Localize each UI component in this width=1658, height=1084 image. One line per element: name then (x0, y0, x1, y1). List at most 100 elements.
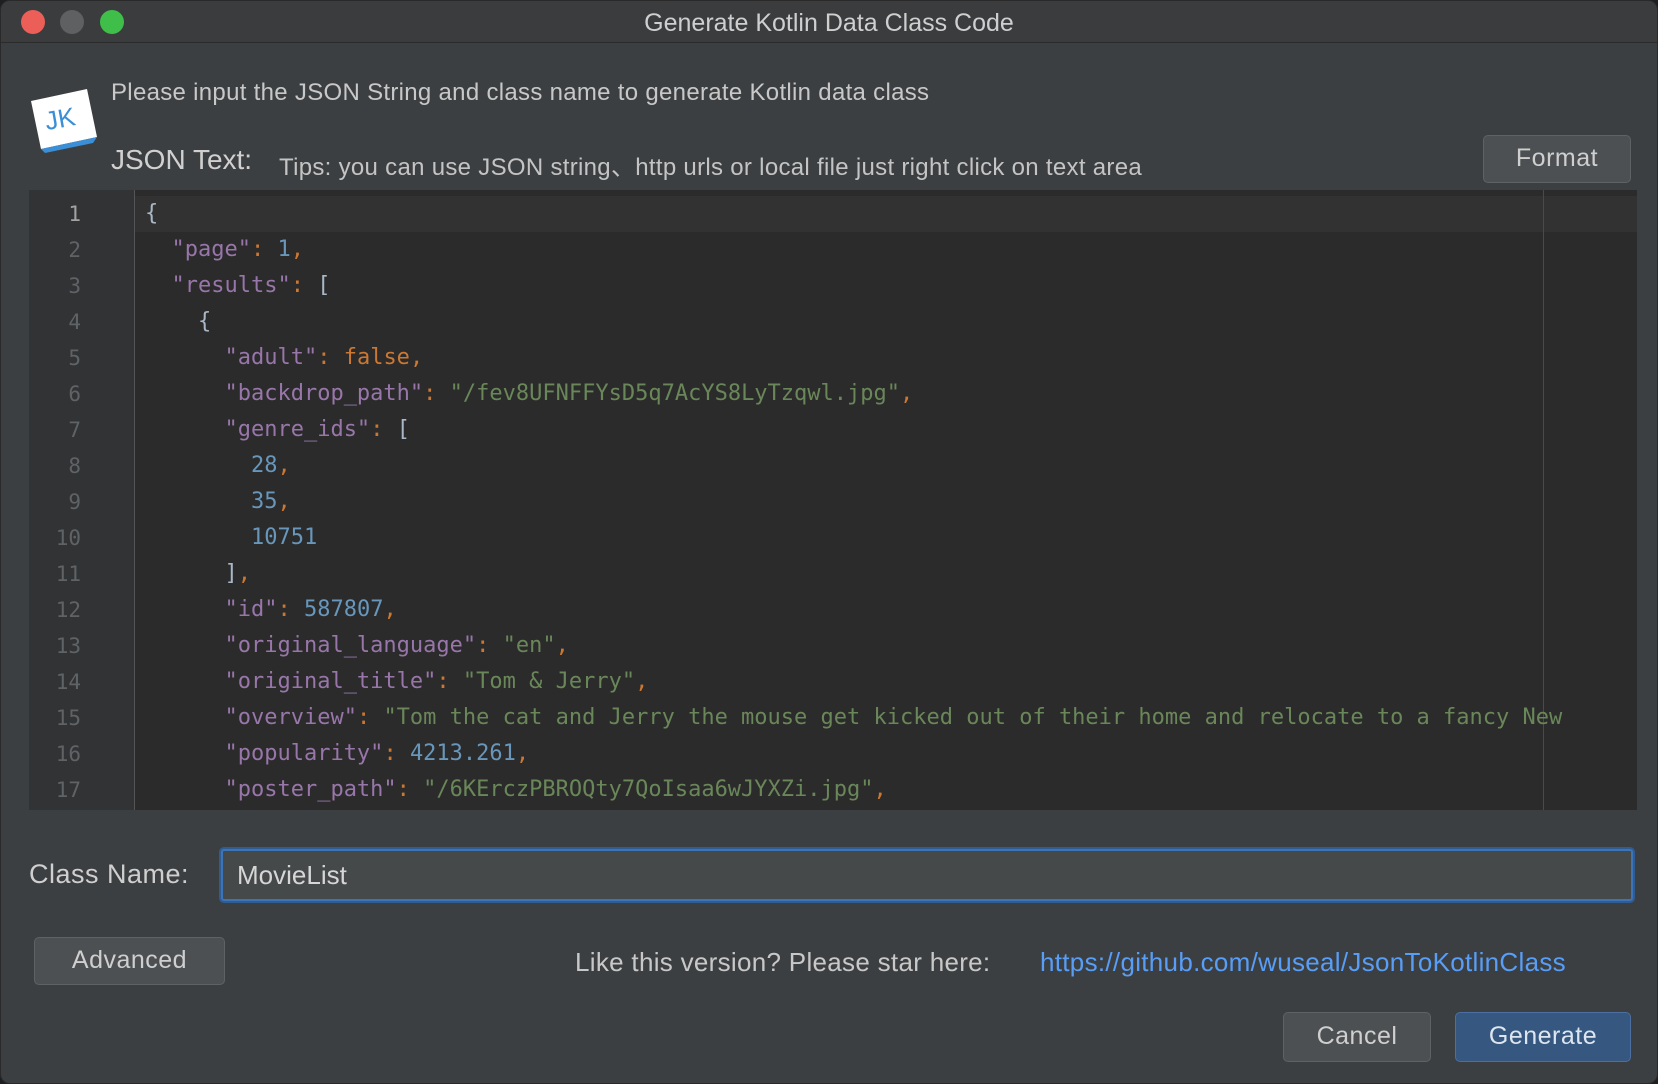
line-number: 1 (68, 202, 81, 226)
code-token: 1 (277, 237, 291, 262)
code-token: "genre_ids" (224, 417, 371, 442)
code-token: "poster_path" (224, 777, 397, 802)
code-token: false (343, 345, 410, 370)
logo-text: JK (43, 101, 79, 136)
code-token: "id" (224, 597, 278, 622)
code-token: : (370, 417, 397, 442)
code-line: ], (145, 556, 1562, 592)
code-token: "en" (502, 633, 556, 658)
code-line: { (145, 304, 1562, 340)
line-number: 16 (55, 742, 81, 766)
code-token: "popularity" (224, 741, 384, 766)
code-token: : (436, 669, 463, 694)
code-token: : (383, 741, 410, 766)
line-number: 9 (68, 490, 81, 514)
line-number: 14 (55, 670, 81, 694)
line-number: 3 (68, 274, 81, 298)
cancel-button[interactable]: Cancel (1283, 1012, 1431, 1062)
code-token: [ (396, 417, 410, 442)
code-line: "backdrop_path": "/fev8UFNFFYsD5q7AcYS8L… (145, 376, 1562, 412)
line-number: 10 (55, 526, 81, 550)
json-editor[interactable]: 1 2 3 4 5 6 7 8 9 10 11 12 13 14 15 16 17 { "page": 1, "… (29, 190, 1637, 810)
advanced-button[interactable]: Advanced (34, 937, 225, 985)
code-token: "backdrop_path" (224, 381, 424, 406)
code-token: , (290, 237, 304, 262)
code-line: "popularity": 4213.261, (145, 736, 1562, 772)
generate-button[interactable]: Generate (1455, 1012, 1631, 1062)
code-token: 4213.261 (409, 741, 516, 766)
code-token: , (555, 633, 569, 658)
code-line: "overview": "Tom the cat and Jerry the m… (145, 700, 1562, 736)
title-bar: Generate Kotlin Data Class Code (1, 1, 1657, 43)
code-token: "overview" (224, 705, 357, 730)
line-number: 17 (55, 778, 81, 802)
code-token: "/fev8UFNFFYsD5q7AcYS8LyTzqwl.jpg" (449, 381, 901, 406)
code-line: "original_language": "en", (145, 628, 1562, 664)
json-tips-text: Tips: you can use JSON string、http urls … (279, 154, 1143, 181)
code-token: "/6KErczPBROQty7QoIsaa6wJYXZi.jpg" (423, 777, 874, 802)
code-line: "id": 587807, (145, 592, 1562, 628)
line-number: 5 (68, 346, 81, 370)
code-token: 10751 (250, 525, 318, 550)
line-number: 4 (68, 310, 81, 334)
code-token: : (290, 273, 318, 298)
line-number: 12 (55, 598, 81, 622)
code-token: "page" (171, 237, 251, 262)
code-token: , (383, 597, 397, 622)
line-number: 15 (55, 706, 81, 730)
code-line: "genre_ids": [ (145, 412, 1562, 448)
code-token: 35 (250, 489, 278, 514)
code-token: "Tom & Jerry" (462, 669, 636, 694)
instruction-text: Please input the JSON String and class n… (111, 79, 930, 106)
code-token: , (277, 453, 291, 478)
code-token: { (145, 201, 159, 226)
code-line: "original_title": "Tom & Jerry", (145, 664, 1562, 700)
code-area[interactable]: { "page": 1, "results": [ { "adult": fal… (145, 196, 1562, 808)
code-line: 10751 (145, 520, 1562, 556)
code-line: "page": 1, (145, 232, 1562, 268)
code-token: "original_title" (224, 669, 437, 694)
line-number: 11 (55, 562, 81, 586)
code-token: , (900, 381, 914, 406)
code-token: , (237, 561, 251, 586)
code-line: "adult": false, (145, 340, 1562, 376)
line-number: 8 (68, 454, 81, 478)
code-token: : (396, 777, 424, 802)
format-button[interactable]: Format (1483, 135, 1631, 183)
code-token: 28 (250, 453, 278, 478)
json-text-label: JSON Text: (111, 144, 253, 175)
line-number: 2 (68, 238, 81, 262)
code-token: : (277, 597, 304, 622)
code-token: : (476, 633, 503, 658)
code-line: { (145, 196, 1562, 232)
line-number: 7 (68, 418, 81, 442)
code-token: , (409, 345, 424, 370)
code-token: 587807 (303, 597, 384, 622)
code-token: [ (317, 273, 331, 298)
class-name-input[interactable] (221, 849, 1633, 901)
github-link[interactable]: https://github.com/wuseal/JsonToKotlinCl… (1040, 947, 1566, 978)
line-number-gutter: 1 2 3 4 5 6 7 8 9 10 11 12 13 14 15 16 17 (29, 190, 135, 810)
window-title: Generate Kotlin Data Class Code (644, 9, 1014, 37)
star-prompt-text: Like this version? Please star here: (575, 947, 991, 977)
dialog-window: Generate Kotlin Data Class Code JK Pleas… (0, 0, 1658, 1084)
code-token: , (515, 741, 530, 766)
code-token: : (423, 381, 450, 406)
class-name-label: Class Name: (29, 859, 190, 889)
code-token: "adult" (224, 345, 318, 370)
